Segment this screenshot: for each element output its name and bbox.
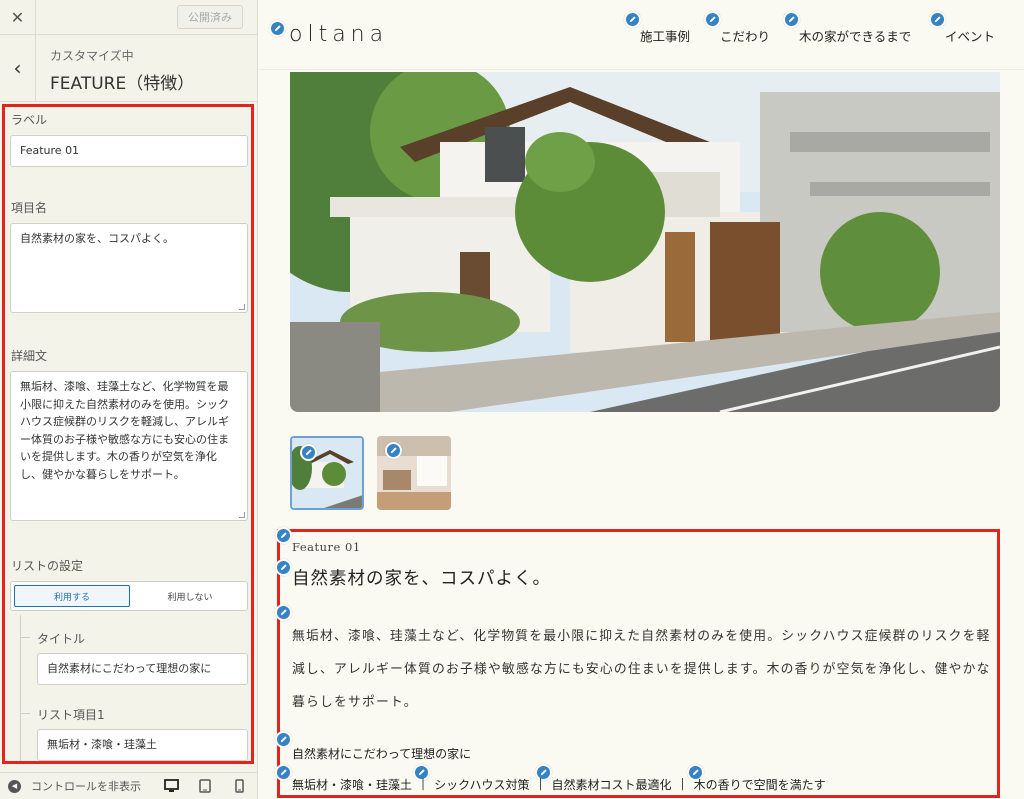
tablet-preview-button[interactable] [188, 779, 222, 793]
pencil-icon [274, 25, 281, 32]
pencil-icon [280, 532, 287, 539]
pencil-icon [788, 16, 795, 23]
not-use-list-option[interactable]: 利用しない [133, 582, 247, 610]
list-item: シックハウス対策 [434, 778, 530, 792]
item-name-textarea[interactable]: 自然素材の家を、コスパよく。 [10, 223, 248, 313]
list-title-heading: タイトル [37, 632, 86, 646]
feature-title: 自然素材の家を、コスパよく。 [292, 569, 551, 589]
list-usage-toggle: 利用する 利用しない [10, 581, 248, 611]
label-input[interactable]: Feature 01 [10, 135, 248, 167]
nav-item-events[interactable]: イベント [945, 26, 995, 45]
pencil-icon [934, 16, 941, 23]
edit-shortcut-logo[interactable] [269, 20, 286, 37]
list-settings-heading: リストの設定 [11, 559, 84, 573]
pencil-icon [280, 564, 287, 571]
pencil-icon [629, 16, 636, 23]
back-button[interactable]: ‹ [0, 35, 36, 101]
feature-settings-panel: ラベル Feature 01 項目名 自然素材の家を、コスパよく。 詳細文 無垢… [2, 104, 254, 764]
feature-list: 無垢材・漆喰・珪藻土 | シックハウス対策 | 自然素材コスト最適化 | 木の香… [292, 776, 826, 793]
chevron-left-icon: ‹ [13, 56, 22, 80]
edit-shortcut-nav[interactable] [783, 11, 800, 28]
tablet-icon [199, 779, 211, 793]
list-separator: | [538, 776, 543, 790]
feature-content: Feature 01 自然素材の家を、コスパよく。 無垢材、漆喰、珪藻土など、化… [275, 527, 1000, 798]
mobile-preview-button[interactable] [222, 779, 256, 793]
pencil-icon [709, 16, 716, 23]
detail-heading: 詳細文 [11, 349, 48, 363]
tree-connector [20, 637, 30, 638]
nav-item-commitment[interactable]: こだわり [720, 26, 770, 45]
edit-shortcut-title[interactable] [275, 559, 292, 576]
list-separator: | [421, 776, 426, 790]
site-logo[interactable]: oltana [289, 22, 388, 47]
close-icon: ✕ [10, 7, 25, 27]
detail-textarea[interactable]: 無垢材、漆喰、珪藻土など、化学物質を最小限に抑えた自然素材のみを使用。シックハウ… [10, 371, 248, 521]
section-heading: カスタマイズ中 FEATURE（特徴） [36, 35, 194, 101]
gallery-thumbnail-1[interactable] [290, 436, 364, 510]
list-item1-heading: リスト項目1 [37, 708, 105, 722]
customizer-footer: ◀ コントロールを非表示 [0, 772, 258, 799]
list-item1-input[interactable]: 無垢材・漆喰・珪藻土 [37, 729, 248, 761]
edit-shortcut-thumbnail[interactable] [300, 444, 317, 461]
tree-connector [20, 713, 30, 714]
mobile-icon [234, 779, 244, 793]
customizer-topbar: ✕ 公開済み [0, 0, 257, 35]
close-customizer-button[interactable]: ✕ [0, 0, 36, 35]
gallery-thumbnail-2[interactable] [377, 436, 451, 510]
pencil-icon [280, 769, 287, 776]
section-header: ‹ カスタマイズ中 FEATURE（特徴） [0, 35, 257, 102]
list-item: 木の香りで空間を満たす [693, 778, 826, 792]
desktop-icon [163, 779, 179, 792]
resize-handle[interactable] [239, 304, 245, 310]
publish-button[interactable]: 公開済み [177, 5, 243, 29]
desktop-preview-button[interactable] [154, 779, 188, 793]
customizing-label: カスタマイズ中 [50, 49, 134, 63]
edit-shortcut-list-item[interactable] [275, 764, 292, 781]
list-item: 自然素材コスト最適化 [551, 778, 672, 792]
edit-shortcut-thumbnail[interactable] [385, 442, 402, 459]
section-title: FEATURE（特徴） [50, 74, 195, 94]
list-item: 無垢材・漆喰・珪藻土 [292, 778, 413, 792]
use-list-option[interactable]: 利用する [14, 585, 130, 607]
list-separator: | [680, 776, 685, 790]
edit-shortcut-nav[interactable] [704, 11, 721, 28]
item-name-heading: 項目名 [11, 201, 48, 215]
pencil-icon [280, 736, 287, 743]
detail-value: 無垢材、漆喰、珪藻土など、化学物質を最小限に抑えた自然素材のみを使用。シックハウ… [20, 380, 229, 481]
site-header: oltana 施工事例 こだわり 木の家ができるまで イベント [259, 0, 1024, 70]
pencil-icon [280, 609, 287, 616]
edit-shortcut-nav[interactable] [624, 11, 641, 28]
nav-item-process[interactable]: 木の家ができるまで [799, 26, 911, 45]
feature-description: 無垢材、漆喰、珪藻土など、化学物質を最小限に抑えた自然素材のみを使用。シックハウ… [292, 629, 991, 710]
edit-shortcut-label[interactable] [275, 527, 292, 544]
feature-label: Feature 01 [292, 540, 361, 554]
list-title-input[interactable]: 自然素材にこだわって理想の家に [37, 653, 248, 685]
hero-house-image [290, 72, 1000, 412]
resize-handle[interactable] [239, 512, 245, 518]
pencil-icon [390, 447, 397, 454]
feature-list-title: 自然素材にこだわって理想の家に [292, 747, 472, 761]
site-preview: oltana 施工事例 こだわり 木の家ができるまで イベント Feature … [259, 0, 1024, 799]
label-field-heading: ラベル [11, 113, 48, 127]
edit-shortcut-description[interactable] [275, 604, 292, 621]
nav-item-works[interactable]: 施工事例 [640, 26, 690, 45]
pencil-icon [305, 449, 312, 456]
edit-shortcut-list-title[interactable] [275, 731, 292, 748]
edit-shortcut-nav[interactable] [929, 11, 946, 28]
item-name-value: 自然素材の家を、コスパよく。 [20, 232, 174, 245]
hide-controls-label: コントロールを非表示 [31, 780, 141, 793]
customizer-sidebar: ✕ 公開済み ‹ カスタマイズ中 FEATURE（特徴） ラベル Feature… [0, 0, 258, 799]
hide-controls-button[interactable]: ◀ コントロールを非表示 [0, 778, 154, 794]
collapse-icon: ◀ [8, 779, 21, 793]
